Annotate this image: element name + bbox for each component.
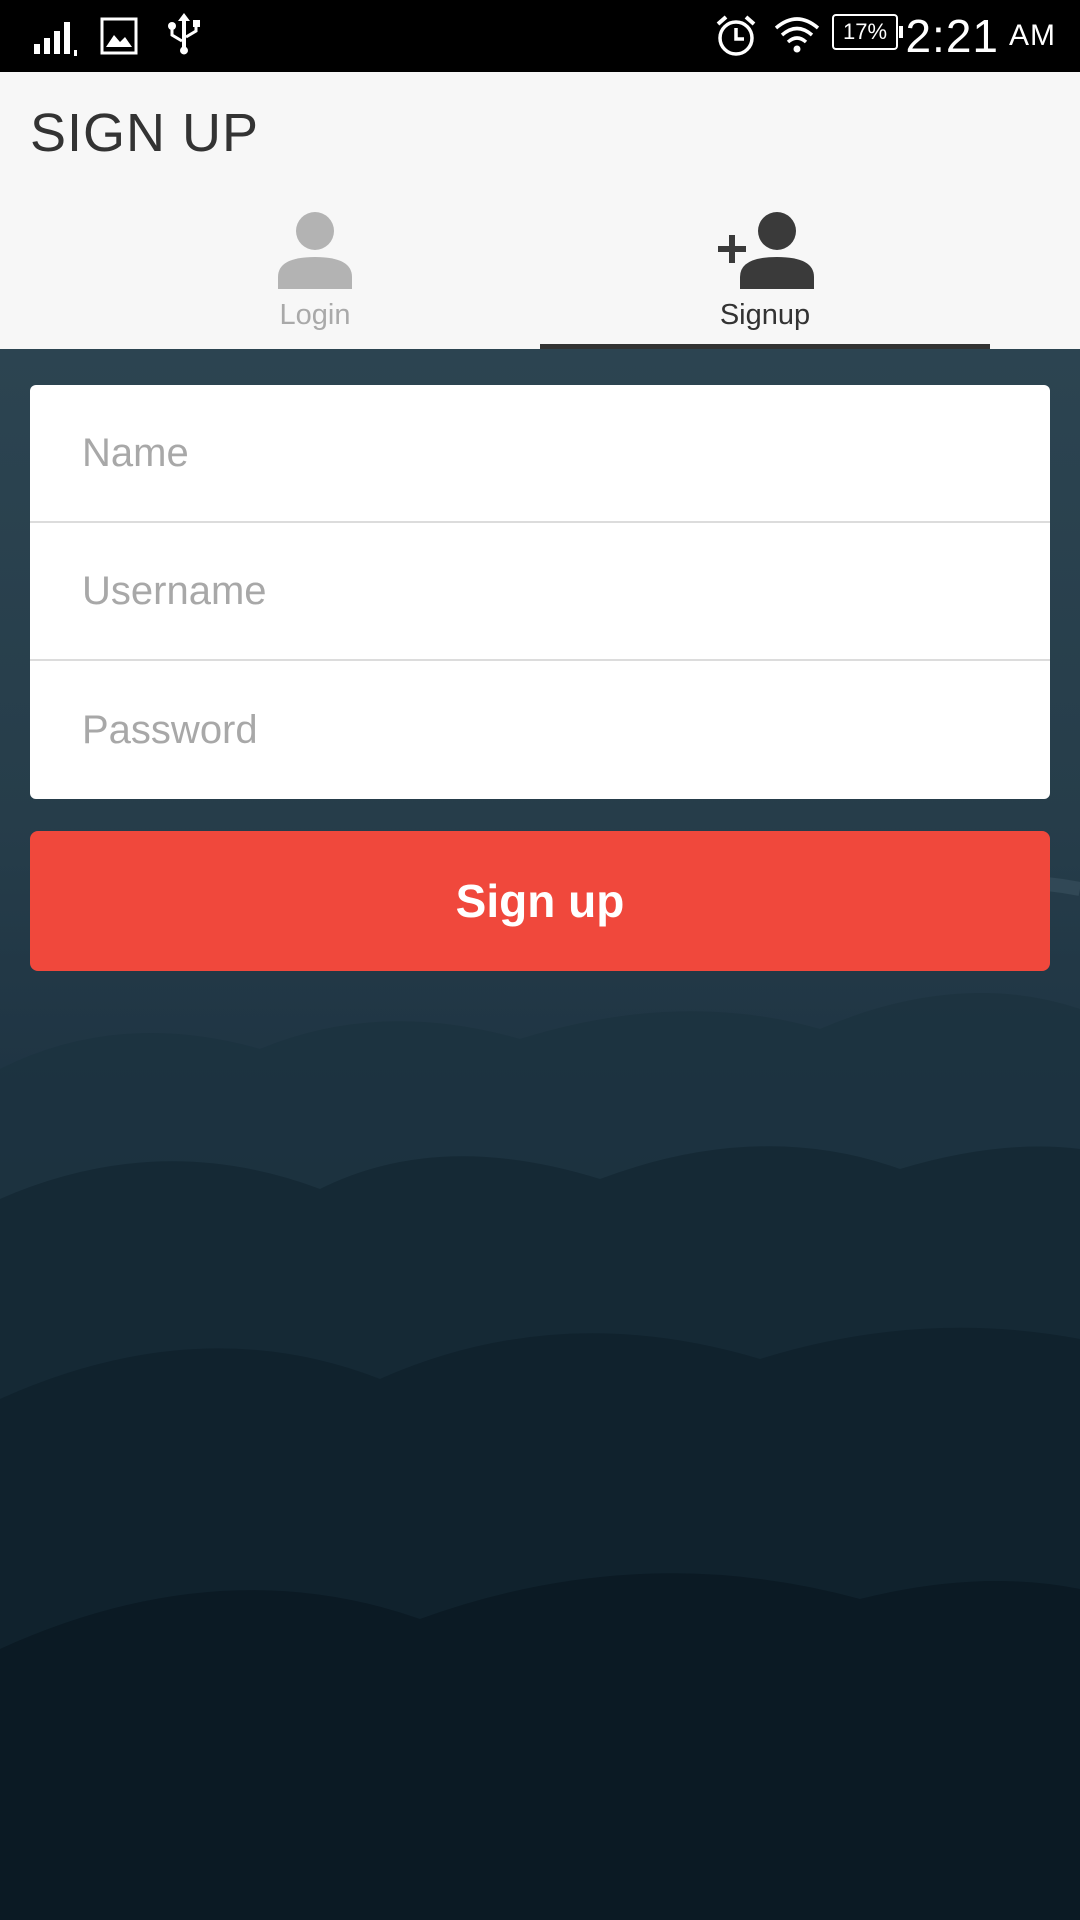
name-input[interactable] [30,385,1050,521]
tab-signup-label: Signup [719,299,811,331]
signup-button[interactable]: Sign up [30,831,1050,971]
battery-icon: 17% [832,14,903,50]
alarm-icon [714,0,758,72]
clock: 2:21 AM [905,0,1056,72]
person-icon [275,209,355,293]
tab-login[interactable]: Login [90,207,540,349]
signup-form [30,385,1050,799]
password-field-row [30,661,1050,799]
password-input[interactable] [30,661,1050,799]
wifi-icon [774,0,820,72]
tab-login-label: Login [279,299,351,331]
image-notification-icon [100,0,138,72]
clock-ampm: AM [1009,19,1056,52]
username-field-row [30,523,1050,661]
app-header: SIGN UP Login Signup [0,72,1080,350]
name-field-row [30,385,1050,523]
battery-level: 17% [842,19,888,44]
clock-time: 2:21 [905,10,999,62]
page-title: SIGN UP [30,103,260,163]
tab-signup[interactable]: Signup [540,207,990,349]
username-input[interactable] [30,523,1050,659]
usb-icon [164,0,204,72]
person-add-icon [715,209,815,293]
status-bar: 17% 2:21 AM [0,0,1080,72]
signal-icon [32,0,84,72]
